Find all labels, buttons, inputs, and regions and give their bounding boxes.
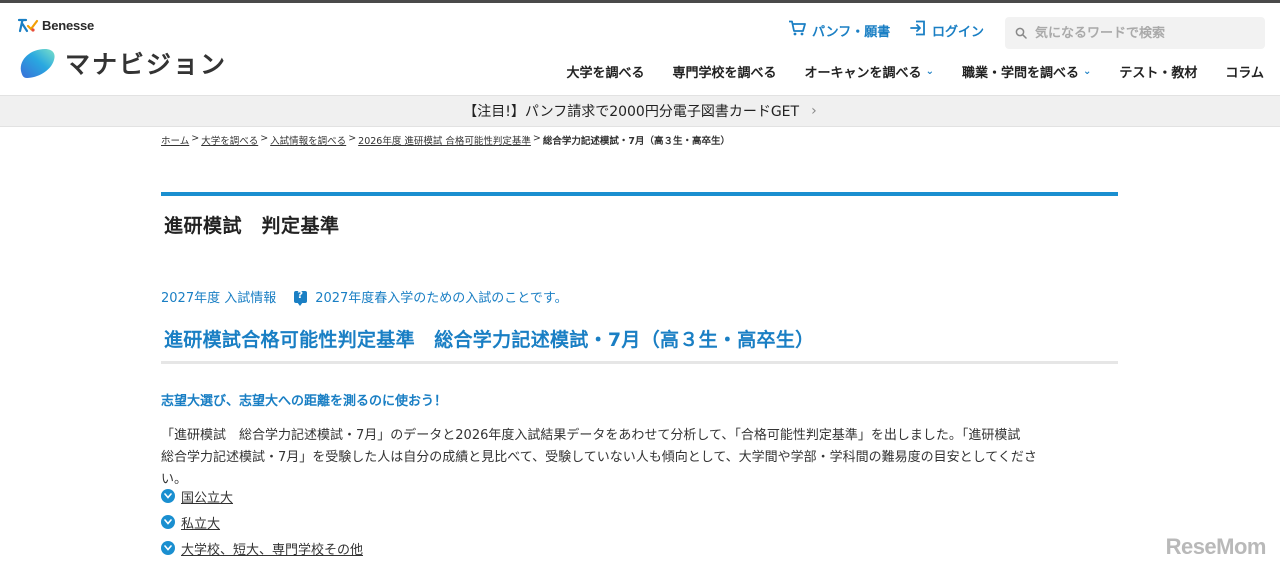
benesse-mark-icon: [17, 17, 39, 33]
link-private[interactable]: 私立大: [161, 509, 363, 535]
login-label: ログイン: [932, 24, 985, 40]
search-icon: [1015, 24, 1027, 43]
nav-university[interactable]: 大学を調べる: [567, 62, 645, 81]
breadcrumb-current: 総合学力記述模試・7月（高３生・高卒生）: [542, 136, 730, 147]
breadcrumb-criteria[interactable]: 2026年度 進研模試 合格可能性判定基準: [358, 133, 531, 147]
link-label[interactable]: 国公立大: [181, 487, 233, 506]
main-nav: 大学を調べる 専門学校を調べる オーキャンを調べる ⌄ 職業・学問を調べる ⌄ テス…: [539, 62, 1264, 81]
chevron-down-circle-icon: [161, 515, 175, 529]
breadcrumb-university[interactable]: 大学を調べる: [201, 133, 258, 147]
nav-column[interactable]: コラム: [1225, 62, 1264, 81]
chevron-down-icon: ⌄: [1082, 66, 1092, 77]
benesse-text: Benesse: [42, 17, 95, 33]
cart-icon: [788, 20, 806, 40]
resemom-watermark: ReseMom: [1165, 534, 1267, 559]
link-national-public[interactable]: 国公立大: [161, 483, 363, 509]
logo-mark-icon: [17, 45, 57, 81]
section-bar: [161, 192, 1118, 196]
category-links: 国公立大 私立大 大学校、短大、専門学校その他: [161, 483, 363, 561]
title-divider: [161, 361, 1118, 364]
year-label: 2027年度 入試情報: [161, 291, 277, 306]
logo-text: マナビジョン: [65, 50, 228, 79]
search-box[interactable]: [1005, 17, 1265, 49]
chevron-down-circle-icon: [161, 489, 175, 503]
search-input[interactable]: [1035, 25, 1245, 41]
chevron-right-icon: ›: [811, 103, 817, 119]
chevron-down-icon: ⌄: [925, 66, 934, 77]
nav-vocational-school[interactable]: 専門学校を調べる: [673, 62, 777, 81]
section-title: 進研模試 判定基準: [164, 215, 340, 237]
breadcrumb-home[interactable]: ホーム: [161, 133, 189, 147]
breadcrumb-exam-info[interactable]: 入試情報を調べる: [270, 133, 346, 147]
link-other-schools[interactable]: 大学校、短大、専門学校その他: [161, 535, 363, 561]
chevron-down-circle-icon: [161, 541, 175, 555]
link-label[interactable]: 私立大: [181, 513, 220, 532]
nav-careers-studies[interactable]: 職業・学問を調べる ⌄: [962, 62, 1091, 81]
manavision-logo[interactable]: マナビジョン: [17, 45, 227, 81]
pamphlet-label: パンフ・願書: [812, 24, 891, 40]
promo-banner[interactable]: 【注目!】パンフ請求で2000円分電子図書カードGET ›: [0, 95, 1280, 127]
nav-tests-materials[interactable]: テスト・教材: [1119, 62, 1197, 81]
link-label[interactable]: 大学校、短大、専門学校その他: [181, 539, 363, 558]
exam-info-row: 2027年度 入試情報 2027年度春入学のための入試のことです。: [161, 287, 568, 307]
login-link[interactable]: ログイン: [910, 20, 984, 40]
pamphlet-link[interactable]: パンフ・願書: [788, 20, 890, 40]
lead-text: 志望大選び、志望大への距離を測るのに使おう！: [161, 394, 448, 409]
site-header: Benesse マナビジョン パンフ・願書 ログイン 気になるワードで検索 大学…: [0, 3, 1280, 95]
year-note: 2027年度春入学のための入試のことです。: [315, 291, 568, 306]
breadcrumb: ホーム > 大学を調べる > 入試情報を調べる > 2026年度 進研模試 合格可能性…: [161, 133, 730, 147]
page-title: 進研模試合格可能性判定基準 総合学力記述模試・7月（高３生・高卒生）: [164, 329, 815, 351]
benesse-logo[interactable]: Benesse: [17, 17, 94, 33]
description-text: 「進研模試 総合学力記述模試・7月」のデータと2026年度入試結果データをあわせ…: [161, 428, 1037, 487]
login-icon: [910, 20, 926, 40]
nav-open-campus[interactable]: オーキャンを調べる ⌄: [805, 62, 934, 81]
question-bubble-icon: [294, 290, 308, 306]
promo-banner-text: 【注目!】パンフ請求で2000円分電子図書カードGET: [463, 104, 800, 120]
